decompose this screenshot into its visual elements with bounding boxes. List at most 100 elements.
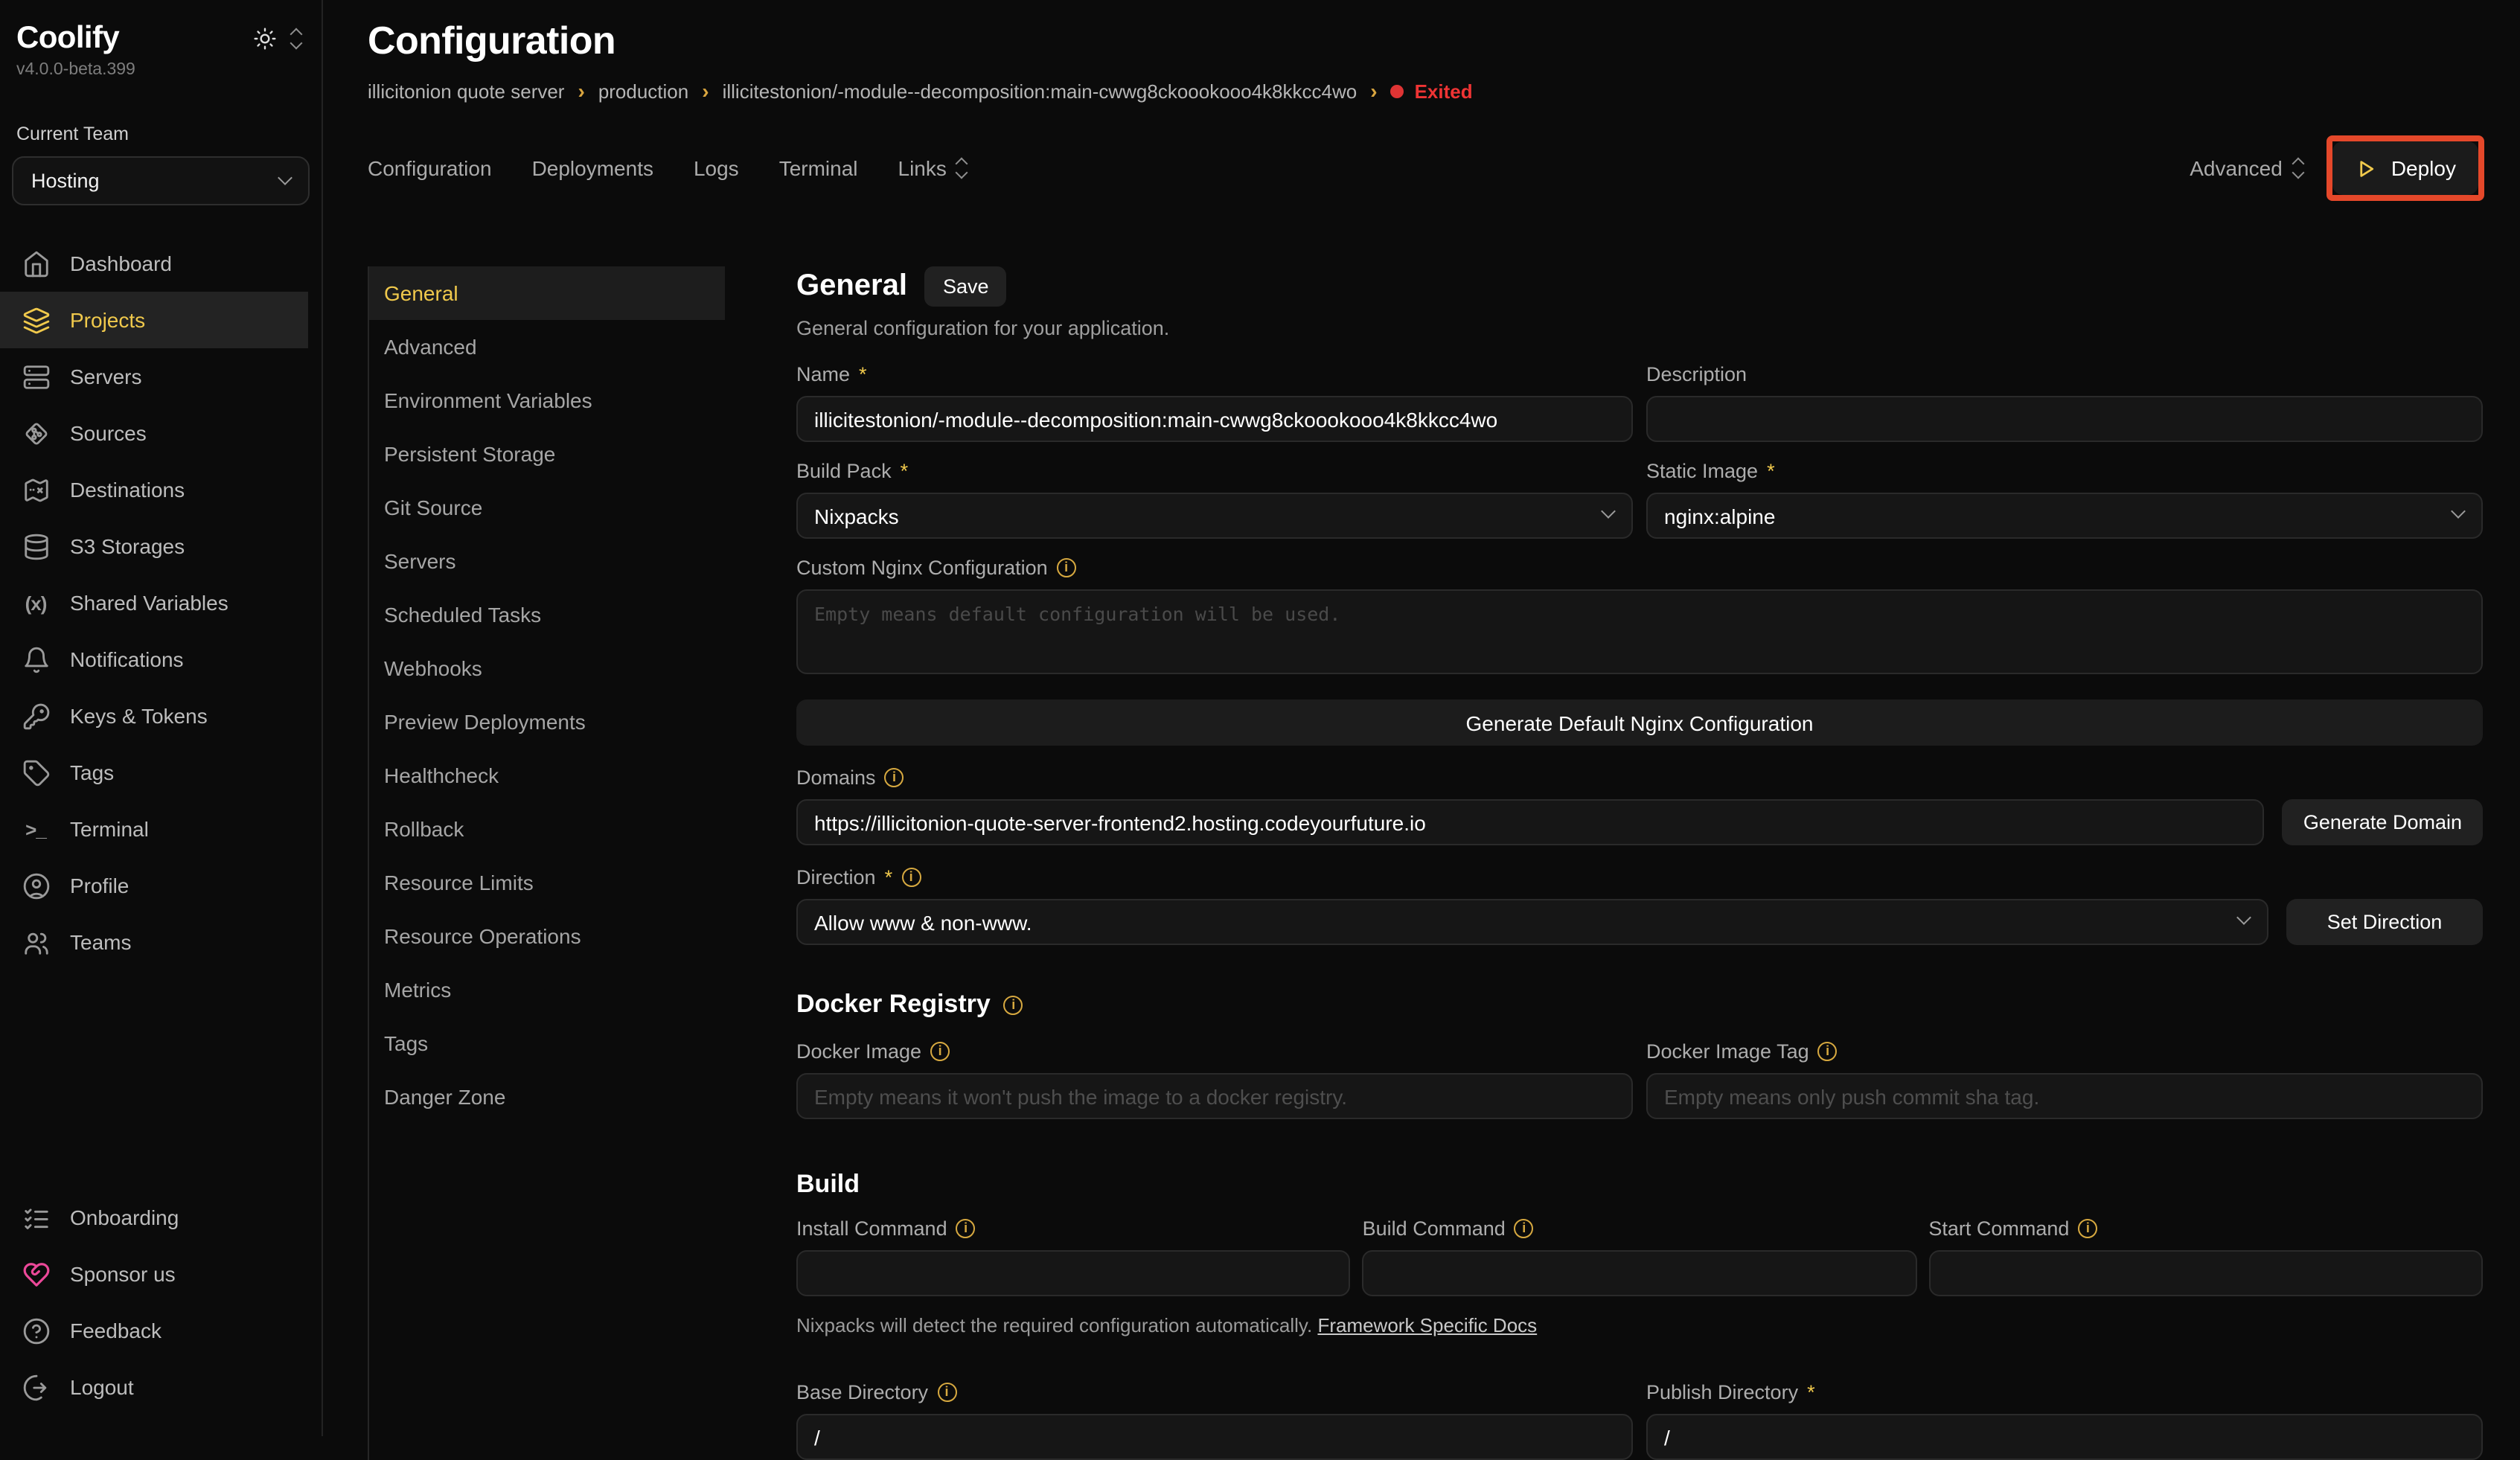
sidebar-item-servers[interactable]: Servers	[0, 348, 322, 405]
breadcrumb-separator: ›	[1370, 79, 1377, 103]
bell-icon	[21, 644, 51, 674]
framework-docs-link[interactable]: Framework Specific Docs	[1317, 1314, 1537, 1336]
sidebar-item-label: Profile	[70, 874, 129, 897]
sidebar-item-projects[interactable]: Projects	[0, 292, 308, 348]
build-command-input[interactable]	[1363, 1250, 1917, 1296]
logout-icon	[21, 1372, 51, 1402]
subnav-item-scheduled-tasks[interactable]: Scheduled Tasks	[369, 588, 725, 641]
start-command-input[interactable]	[1928, 1250, 2483, 1296]
theme-sun-icon[interactable]	[253, 27, 277, 51]
set-direction-button[interactable]: Set Direction	[2286, 899, 2483, 945]
domains-input[interactable]	[796, 799, 2265, 845]
save-button[interactable]: Save	[925, 266, 1007, 307]
sidebar-item-label: Feedback	[70, 1319, 162, 1342]
docker-image-input[interactable]	[796, 1073, 1633, 1119]
custom-nginx-textarea[interactable]	[796, 589, 2483, 674]
subnav-item-metrics[interactable]: Metrics	[369, 963, 725, 1016]
tab-logs[interactable]: Logs	[694, 156, 739, 180]
subnav-item-general[interactable]: General	[369, 266, 725, 320]
tab-deployments[interactable]: Deployments	[532, 156, 653, 180]
custom-nginx-label: Custom Nginx Configuration i	[796, 557, 2483, 579]
subnav-item-advanced[interactable]: Advanced	[369, 320, 725, 374]
subnav-item-preview-deployments[interactable]: Preview Deployments	[369, 695, 725, 749]
sidebar-item-onboarding[interactable]: Onboarding	[0, 1189, 322, 1246]
sidebar-item-label: S3 Storages	[70, 534, 185, 558]
sidebar-item-logout[interactable]: Logout	[0, 1359, 322, 1415]
sidebar-item-profile[interactable]: Profile	[0, 857, 322, 914]
subnav-item-webhooks[interactable]: Webhooks	[369, 641, 725, 695]
team-select[interactable]: Hosting	[12, 156, 310, 205]
status-dot-icon	[1391, 84, 1404, 97]
static-image-select[interactable]	[1646, 493, 2483, 539]
deploy-button[interactable]: Deploy	[2333, 141, 2478, 195]
subnav-item-environment-variables[interactable]: Environment Variables	[369, 374, 725, 427]
checklist-icon	[21, 1203, 51, 1232]
tab-configuration[interactable]: Configuration	[368, 156, 492, 180]
info-icon[interactable]: i	[1057, 558, 1076, 577]
required-marker: *	[859, 363, 867, 385]
tab-terminal[interactable]: Terminal	[779, 156, 858, 180]
info-icon[interactable]: i	[930, 1042, 950, 1061]
description-input[interactable]	[1646, 396, 2483, 442]
info-icon[interactable]: i	[956, 1219, 976, 1238]
sidebar-item-terminal[interactable]: >_ Terminal	[0, 801, 322, 857]
theme-selector-chevrons-icon[interactable]	[292, 30, 301, 48]
sidebar-item-label: Dashboard	[70, 252, 172, 275]
chevrons-updown-icon	[957, 159, 966, 177]
status-text: Exited	[1415, 80, 1473, 102]
sidebar-item-notifications[interactable]: Notifications	[0, 631, 322, 688]
name-input[interactable]	[796, 396, 1633, 442]
install-command-input[interactable]	[796, 1250, 1351, 1296]
sidebar-item-s3-storages[interactable]: S3 Storages	[0, 518, 322, 574]
publish-directory-input[interactable]	[1646, 1414, 2483, 1460]
generate-domain-button[interactable]: Generate Domain	[2283, 799, 2483, 845]
sidebar-item-shared-variables[interactable]: (x) Shared Variables	[0, 574, 322, 631]
sidebar-item-destinations[interactable]: Destinations	[0, 461, 322, 518]
sidebar-item-teams[interactable]: Teams	[0, 914, 322, 970]
deploy-highlight-box: Deploy	[2327, 135, 2484, 201]
sidebar-item-feedback[interactable]: Feedback	[0, 1302, 322, 1359]
subnav-item-servers[interactable]: Servers	[369, 534, 725, 588]
generate-nginx-config-button[interactable]: Generate Default Nginx Configuration	[796, 699, 2483, 746]
info-icon[interactable]: i	[937, 1383, 956, 1402]
subnav-item-resource-limits[interactable]: Resource Limits	[369, 856, 725, 909]
subnav-item-healthcheck[interactable]: Healthcheck	[369, 749, 725, 802]
base-directory-input[interactable]	[796, 1414, 1633, 1460]
heart-handshake-icon	[21, 1259, 51, 1289]
breadcrumb-environment[interactable]: production	[598, 80, 688, 102]
advanced-dropdown[interactable]: Advanced	[2190, 156, 2303, 180]
breadcrumb-project[interactable]: illicitonion quote server	[368, 80, 564, 102]
sidebar-item-label: Sources	[70, 421, 147, 445]
sidebar-item-keys-tokens[interactable]: Keys & Tokens	[0, 688, 322, 744]
sidebar-item-dashboard[interactable]: Dashboard	[0, 235, 322, 292]
build-pack-select[interactable]	[796, 493, 1633, 539]
info-icon[interactable]: i	[2078, 1219, 2097, 1238]
direction-select[interactable]	[796, 899, 2268, 945]
static-image-value	[1646, 493, 2483, 539]
subnav-item-resource-operations[interactable]: Resource Operations	[369, 909, 725, 963]
home-icon	[21, 249, 51, 278]
sidebar-item-sources[interactable]: Sources	[0, 405, 322, 461]
sidebar-item-label: Onboarding	[70, 1206, 179, 1229]
subnav-item-git-source[interactable]: Git Source	[369, 481, 725, 534]
tabs-bar: Configuration Deployments Logs Terminal …	[368, 135, 2484, 201]
info-icon[interactable]: i	[1004, 995, 1023, 1014]
app-root: Coolify v4.0.0-beta.399 Current Team Hos…	[0, 0, 2520, 1436]
tab-links[interactable]: Links	[898, 156, 966, 180]
sidebar-item-label: Destinations	[70, 478, 185, 502]
info-icon[interactable]: i	[885, 768, 904, 787]
subnav-item-rollback[interactable]: Rollback	[369, 802, 725, 856]
subnav-item-danger-zone[interactable]: Danger Zone	[369, 1070, 725, 1124]
sidebar-item-tags[interactable]: Tags	[0, 744, 322, 801]
section-heading-build: Build	[796, 1170, 860, 1200]
docker-image-tag-input[interactable]	[1646, 1073, 2483, 1119]
info-icon[interactable]: i	[901, 868, 921, 887]
subnav-item-tags[interactable]: Tags	[369, 1016, 725, 1070]
breadcrumb-application[interactable]: illicitestonion/-module--decomposition:m…	[723, 80, 1357, 102]
subnav-item-persistent-storage[interactable]: Persistent Storage	[369, 427, 725, 481]
info-icon[interactable]: i	[1515, 1219, 1534, 1238]
sidebar-item-sponsor[interactable]: Sponsor us	[0, 1246, 322, 1302]
required-marker: *	[1767, 460, 1775, 482]
info-icon[interactable]: i	[1818, 1042, 1838, 1061]
base-directory-label: Base Directory i	[796, 1381, 1633, 1403]
